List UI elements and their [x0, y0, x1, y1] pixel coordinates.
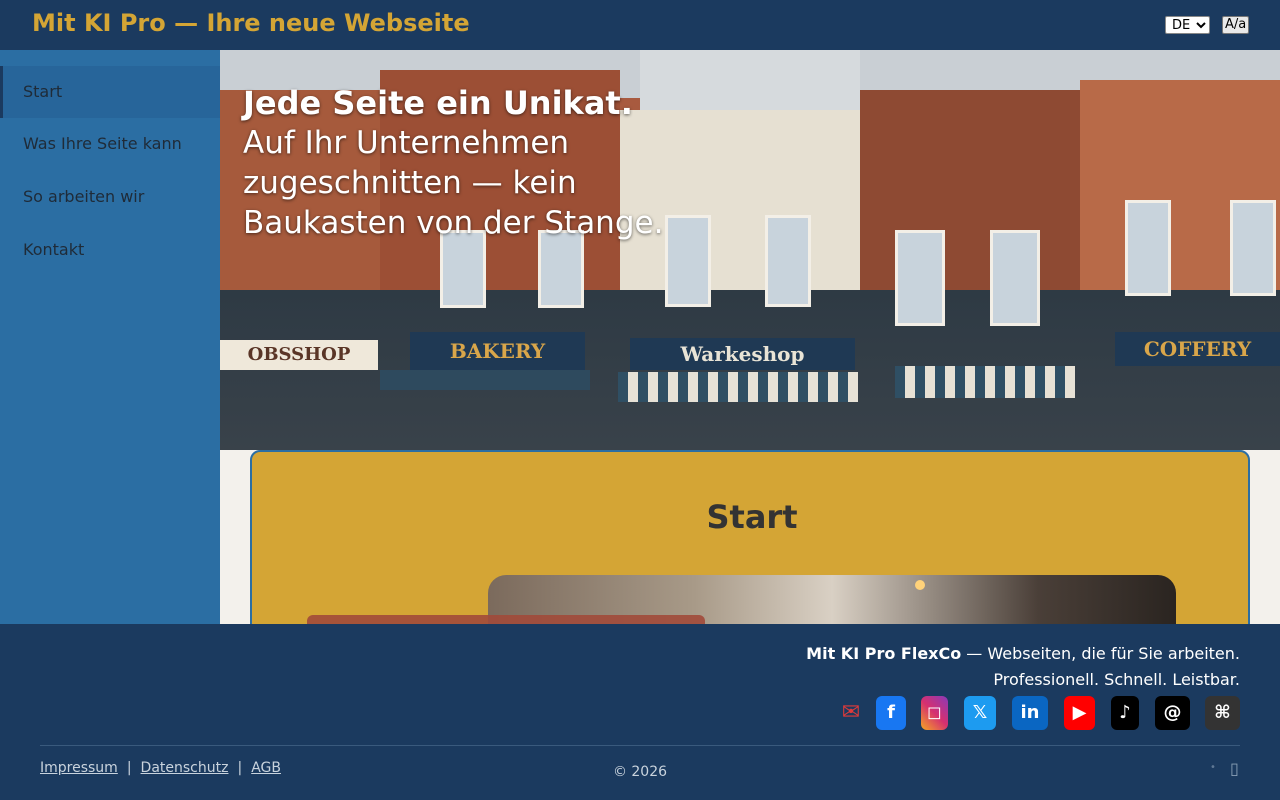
footer-brand: Mit KI Pro FlexCo	[806, 644, 962, 663]
footer-tagline-line2: Professionell. Schnell. Leistbar.	[993, 670, 1240, 689]
content-image-light	[915, 580, 925, 590]
footer-small-icon[interactable]: ▯	[1230, 759, 1239, 778]
hero-shop-sign: Warkeshop	[630, 338, 855, 370]
hero-text: Jede Seite ein Unikat. Auf Ihr Unternehm…	[243, 83, 703, 243]
hero-building	[860, 90, 1080, 290]
site-header: Mit KI Pro — Ihre neue Webseite DE A/a	[0, 0, 1280, 50]
sidebar-item-start[interactable]: Start	[0, 66, 220, 118]
hero-awning	[618, 372, 858, 402]
hero-window	[1125, 200, 1171, 296]
hero-shop-sign: BAKERY	[410, 332, 585, 370]
threads-icon[interactable]: @	[1155, 696, 1190, 730]
site-title[interactable]: Mit KI Pro — Ihre neue Webseite	[32, 9, 470, 37]
email-icon[interactable]: ✉	[839, 696, 863, 730]
content-card: Start	[250, 450, 1250, 650]
hero-window	[1230, 200, 1276, 296]
hero-window	[990, 230, 1040, 326]
footer-tagline: Mit KI Pro FlexCo — Webseiten, die für S…	[806, 641, 1240, 693]
x-twitter-icon[interactable]: 𝕏	[964, 696, 996, 730]
hero-shop-sign: COFFERY	[1115, 332, 1280, 366]
hero-banner: OBSSHOP BAKERY Warkeshop COFFERY Jede Se…	[220, 50, 1280, 450]
instagram-icon[interactable]: ◻	[921, 696, 948, 730]
facebook-icon[interactable]: f	[876, 696, 906, 730]
sidebar-item-features[interactable]: Was Ihre Seite kann	[0, 118, 220, 170]
linkedin-icon[interactable]: in	[1012, 696, 1048, 730]
section-title: Start	[706, 498, 798, 536]
footer-divider	[40, 745, 1240, 746]
sidebar-item-process[interactable]: So arbeiten wir	[0, 171, 220, 223]
footer-dot-icon: •	[1210, 762, 1216, 773]
footer-tagline-text: — Webseiten, die für Sie arbeiten.	[961, 644, 1240, 663]
hero-awning	[895, 366, 1075, 398]
command-icon[interactable]: ⌘	[1205, 696, 1240, 730]
hero-window	[895, 230, 945, 326]
hero-shop-sign: OBSSHOP	[220, 340, 378, 370]
hero-headline: Jede Seite ein Unikat.	[243, 84, 633, 122]
sidebar-item-contact[interactable]: Kontakt	[0, 224, 220, 276]
tiktok-icon[interactable]: ♪	[1111, 696, 1139, 730]
site-footer: Mit KI Pro FlexCo — Webseiten, die für S…	[0, 624, 1280, 800]
hero-awning	[380, 370, 590, 390]
youtube-icon[interactable]: ▶	[1064, 696, 1095, 730]
copyright: © 2026	[612, 764, 668, 780]
hero-subheadline: Auf Ihr Unternehmen zugeschnitten — kein…	[243, 125, 664, 241]
sidebar-nav: Start Was Ihre Seite kann So arbeiten wi…	[0, 50, 220, 624]
language-select[interactable]: DE	[1165, 16, 1210, 34]
font-size-toggle-button[interactable]: A/a	[1222, 16, 1250, 34]
hero-window	[765, 215, 811, 307]
